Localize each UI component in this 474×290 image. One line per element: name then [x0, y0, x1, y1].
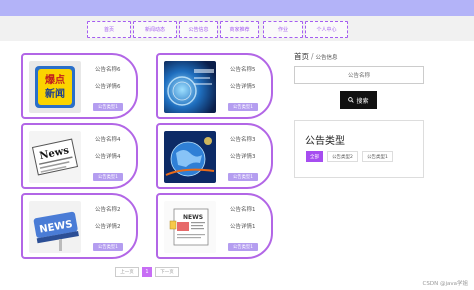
- main-nav: 首页 新闻动态 公告信息 商家推荐 作业 个人中心: [0, 16, 474, 41]
- type-tag-1[interactable]: 公告类型1: [362, 151, 393, 162]
- svg-text:NEWS: NEWS: [183, 214, 203, 221]
- notice-card[interactable]: NEWS 公告名称1 公告详情1 公告类型1: [156, 193, 273, 259]
- notice-type-panel: 公告类型 全部 公告类型2 公告类型1: [294, 120, 424, 178]
- nav-item-homework[interactable]: 作业: [263, 21, 303, 38]
- breadcrumb: 首页 / 公告信息: [294, 51, 338, 62]
- pager-next-button[interactable]: 下一页: [155, 267, 179, 277]
- notice-card[interactable]: NEWS 公告名称2 公告详情2 公告类型1: [21, 193, 138, 259]
- nav-item-news[interactable]: 新闻动态: [133, 21, 177, 38]
- search-input[interactable]: 公告名称: [294, 66, 424, 84]
- top-banner: [0, 0, 474, 16]
- news-badge-image: 爆点 新闻: [29, 61, 81, 113]
- card-detail: 公告详情3: [230, 154, 256, 160]
- newspaper-image: News: [29, 131, 81, 183]
- search-button-label: 搜索: [356, 97, 369, 105]
- breadcrumb-current: 公告信息: [315, 55, 338, 61]
- svg-text:新闻: 新闻: [45, 87, 65, 100]
- nav-item-home[interactable]: 首页: [87, 21, 131, 38]
- news-paper-sketch-image: NEWS: [164, 201, 216, 253]
- card-title: 公告名称6: [95, 67, 121, 73]
- card-title: 公告名称2: [95, 207, 121, 213]
- news-3d-image: NEWS: [29, 201, 81, 253]
- card-detail: 公告详情2: [95, 224, 121, 230]
- notice-type-heading: 公告类型: [305, 136, 345, 147]
- type-tag-2[interactable]: 公告类型2: [327, 151, 358, 162]
- notice-card[interactable]: 爆点 新闻 公告名称6 公告详情6 公告类型1: [21, 53, 138, 119]
- card-title: 公告名称5: [230, 67, 256, 73]
- card-type-badge: 公告类型1: [93, 173, 123, 181]
- search-button[interactable]: 搜索: [340, 91, 377, 109]
- card-type-badge: 公告类型1: [228, 173, 258, 181]
- card-title: 公告名称1: [230, 207, 256, 213]
- card-type-badge: 公告类型1: [228, 243, 258, 251]
- card-title: 公告名称3: [230, 137, 256, 143]
- card-type-badge: 公告类型1: [93, 103, 123, 111]
- globe-image: [164, 131, 216, 183]
- pager-prev-button[interactable]: 上一页: [115, 267, 139, 277]
- card-detail: 公告详情5: [230, 84, 256, 90]
- nav-item-merchants[interactable]: 商家推荐: [220, 21, 259, 38]
- notice-card[interactable]: 公告名称3 公告详情3 公告类型1: [156, 123, 273, 189]
- nav-item-profile[interactable]: 个人中心: [305, 21, 348, 38]
- digital-news-image: [164, 61, 216, 113]
- card-detail: 公告详情1: [230, 224, 256, 230]
- svg-text:爆点: 爆点: [45, 73, 65, 86]
- notice-card[interactable]: 公告名称5 公告详情5 公告类型1: [156, 53, 273, 119]
- watermark: CSDN @java学姐: [422, 281, 468, 287]
- nav-item-notices[interactable]: 公告信息: [179, 21, 218, 38]
- search-icon: [348, 97, 355, 103]
- card-type-badge: 公告类型1: [93, 243, 123, 251]
- card-detail: 公告详情4: [95, 154, 121, 160]
- card-detail: 公告详情6: [95, 84, 121, 90]
- type-tag-all[interactable]: 全部: [306, 151, 323, 162]
- breadcrumb-separator: /: [311, 52, 314, 61]
- breadcrumb-home[interactable]: 首页: [294, 52, 309, 61]
- notice-card[interactable]: News 公告名称4 公告详情4 公告类型1: [21, 123, 138, 189]
- card-type-badge: 公告类型1: [228, 103, 258, 111]
- card-title: 公告名称4: [95, 137, 121, 143]
- pager-page-1[interactable]: 1: [142, 267, 152, 277]
